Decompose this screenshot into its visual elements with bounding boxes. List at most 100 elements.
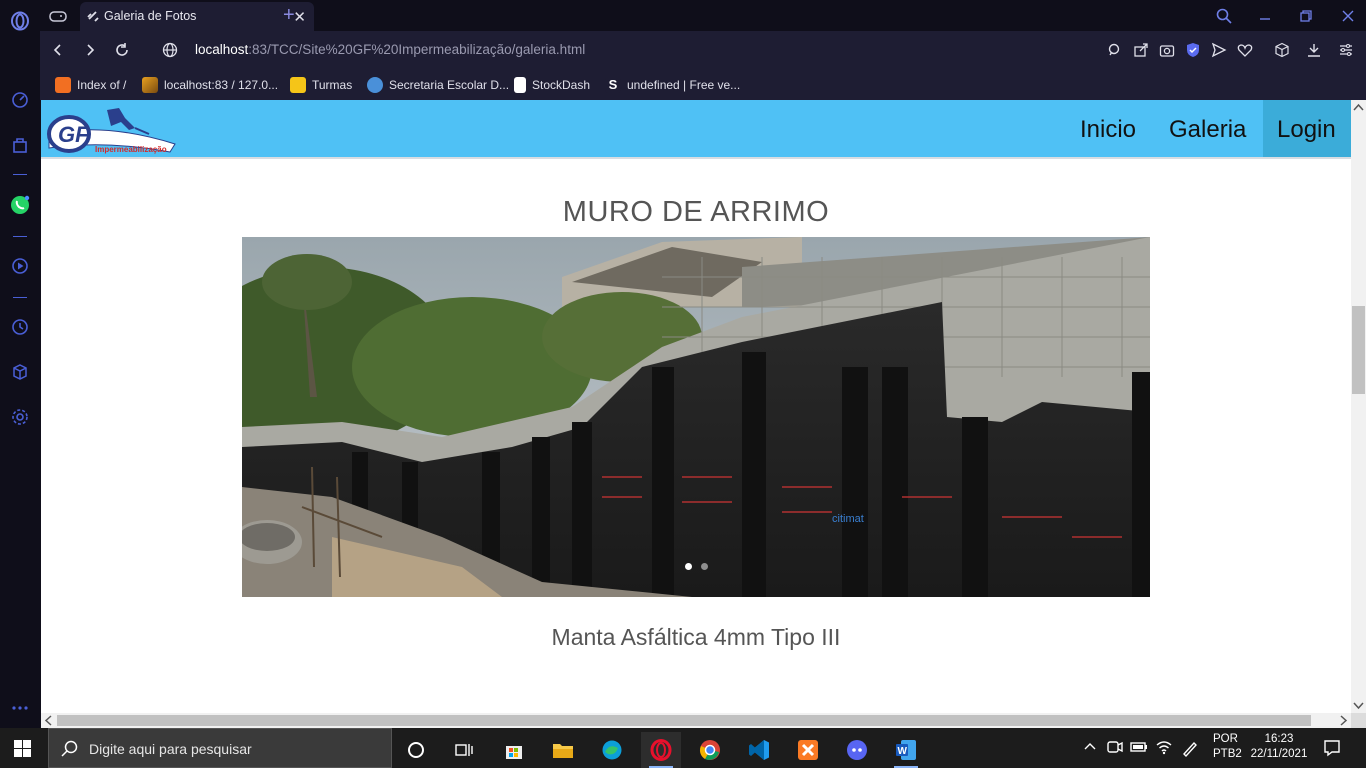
- opera-taskbar-icon[interactable]: [641, 732, 681, 768]
- bookmark-stockdash[interactable]: StockDash: [514, 75, 590, 95]
- gf-logo[interactable]: GF Impermeabilização: [45, 104, 177, 154]
- language-code: POR: [1213, 733, 1238, 745]
- player-icon[interactable]: [10, 256, 30, 276]
- clock-time: 16:23: [1264, 733, 1294, 745]
- sidebar-separator: [13, 236, 27, 237]
- edge-browser-icon[interactable]: [592, 732, 632, 768]
- cortana-icon[interactable]: [396, 732, 436, 768]
- file-explorer-icon[interactable]: [543, 732, 583, 768]
- photo-carousel[interactable]: citimat: [242, 237, 1150, 597]
- url-field[interactable]: localhost:83/TCC/Site%20GF%20Impermeabil…: [195, 42, 585, 57]
- snapshot-camera-icon[interactable]: [1158, 41, 1176, 59]
- tab-strip: Galeria de Fotos ✕ +: [40, 0, 1366, 31]
- heart-icon[interactable]: [1236, 41, 1254, 59]
- logo-mark: GF: [58, 122, 89, 147]
- vscode-icon[interactable]: [739, 732, 779, 768]
- vertical-scroll-thumb[interactable]: [1352, 306, 1365, 394]
- scroll-down-arrow-icon[interactable]: [1351, 699, 1366, 711]
- bookmark-label: Turmas: [312, 78, 353, 92]
- share-icon[interactable]: [1132, 41, 1150, 59]
- link-favicon-icon: [87, 11, 99, 22]
- sidebar-separator: [13, 297, 27, 298]
- keyboard-layout: PTB2: [1213, 748, 1242, 760]
- retaining-wall-photo: citimat: [242, 237, 1150, 597]
- vertical-scrollbar[interactable]: [1351, 100, 1366, 713]
- scroll-left-arrow-icon[interactable]: [43, 713, 55, 728]
- page-search-icon[interactable]: [1106, 41, 1124, 59]
- document-icon: [514, 77, 526, 93]
- tab-galeria-de-fotos[interactable]: Galeria de Fotos ✕: [80, 2, 314, 31]
- nav-galeria[interactable]: Galeria: [1155, 100, 1260, 157]
- speed-dial-icon[interactable]: [10, 90, 30, 110]
- nav-inicio[interactable]: Inicio: [1066, 100, 1150, 157]
- send-arrow-icon[interactable]: [1210, 41, 1228, 59]
- search-placeholder: Digite aqui para pesquisar: [89, 741, 252, 757]
- forward-icon[interactable]: [80, 40, 100, 60]
- close-window-icon[interactable]: [1338, 6, 1358, 26]
- search-icon: [61, 740, 78, 757]
- scroll-right-arrow-icon[interactable]: [1337, 713, 1349, 728]
- whatsapp-icon[interactable]: [10, 195, 30, 215]
- xampp-taskbar-icon[interactable]: [788, 732, 828, 768]
- clock[interactable]: 16:23 22/11/2021: [1248, 733, 1310, 760]
- pen-icon[interactable]: [1181, 739, 1199, 762]
- tab-search-icon[interactable]: [1214, 6, 1234, 26]
- back-icon[interactable]: [48, 40, 68, 60]
- opera-menu-icon[interactable]: [10, 11, 30, 31]
- sidebar-separator: [13, 174, 27, 175]
- windows-start-icon[interactable]: [14, 740, 31, 762]
- phpmyadmin-icon: [142, 77, 158, 93]
- keyboard-language[interactable]: POR PTB2: [1213, 733, 1242, 760]
- battery-icon[interactable]: [1130, 740, 1148, 759]
- scroll-up-arrow-icon[interactable]: [1351, 102, 1366, 114]
- vpn-shield-icon[interactable]: [1184, 41, 1202, 59]
- meet-now-icon[interactable]: [1106, 739, 1124, 760]
- bookmark-index-of[interactable]: Index of /: [55, 75, 126, 95]
- site-navbar: GF Impermeabilização Inicio Galeria Logi…: [41, 100, 1351, 159]
- s-logo-icon: S: [605, 77, 621, 93]
- bookmark-turmas[interactable]: Turmas: [290, 75, 352, 95]
- photo-caption: Manta Asfáltica 4mm Tipo III: [551, 624, 841, 650]
- tray-overflow-chevron-icon[interactable]: [1083, 740, 1097, 759]
- restore-icon[interactable]: [1296, 6, 1316, 26]
- windows-taskbar: Digite aqui para pesquisar W POR PTB2 16…: [0, 728, 1366, 768]
- easy-setup-icon[interactable]: [1337, 41, 1355, 59]
- reload-icon[interactable]: [112, 40, 132, 60]
- bookmark-label: Index of /: [77, 78, 127, 92]
- settings-gear-icon[interactable]: [10, 407, 30, 427]
- bookmark-label: localhost:83 / 127.0...: [164, 78, 279, 92]
- bookmark-label: Secretaria Escolar D...: [389, 78, 510, 92]
- task-view-icon[interactable]: [444, 732, 484, 768]
- scrollbar-corner: [1351, 713, 1366, 728]
- nav-login[interactable]: Login: [1263, 100, 1351, 157]
- address-bar: localhost:83/TCC/Site%20GF%20Impermeabil…: [40, 31, 1366, 69]
- download-icon[interactable]: [1305, 41, 1323, 59]
- bookmark-phpmyadmin[interactable]: localhost:83 / 127.0...: [142, 75, 278, 95]
- browser-sidebar: [0, 0, 40, 728]
- site-info-globe-icon[interactable]: [160, 40, 180, 60]
- taskbar-search-box[interactable]: Digite aqui para pesquisar: [48, 728, 392, 768]
- history-icon[interactable]: [10, 317, 30, 337]
- svg-text:W: W: [898, 746, 908, 757]
- minimize-icon[interactable]: [1255, 6, 1275, 26]
- bookmark-undefined[interactable]: S undefined | Free ve...: [605, 75, 740, 95]
- wifi-icon[interactable]: [1155, 739, 1173, 760]
- workspace-gamepad-icon[interactable]: [48, 2, 74, 31]
- extensions-icon[interactable]: [1273, 41, 1291, 59]
- tab-title: Galeria de Fotos: [104, 9, 197, 23]
- shopping-bag-icon[interactable]: [10, 135, 30, 155]
- new-tab-plus-icon[interactable]: +: [283, 2, 303, 31]
- notifications-icon[interactable]: [1323, 739, 1341, 762]
- more-dots-icon[interactable]: [10, 698, 30, 718]
- carousel-indicator-1[interactable]: [685, 563, 692, 570]
- microsoft-store-icon[interactable]: [494, 732, 534, 768]
- horizontal-scroll-thumb[interactable]: [57, 715, 1311, 726]
- membrane-print: citimat: [832, 513, 864, 525]
- bookmark-secretaria-escolar[interactable]: Secretaria Escolar D...: [367, 75, 509, 95]
- discord-icon[interactable]: [837, 732, 877, 768]
- extensions-cube-icon[interactable]: [10, 362, 30, 382]
- carousel-indicator-2[interactable]: [701, 563, 708, 570]
- chrome-icon[interactable]: [690, 732, 730, 768]
- word-icon[interactable]: W: [886, 732, 926, 768]
- section-title: MURO DE ARRIMO: [562, 196, 830, 228]
